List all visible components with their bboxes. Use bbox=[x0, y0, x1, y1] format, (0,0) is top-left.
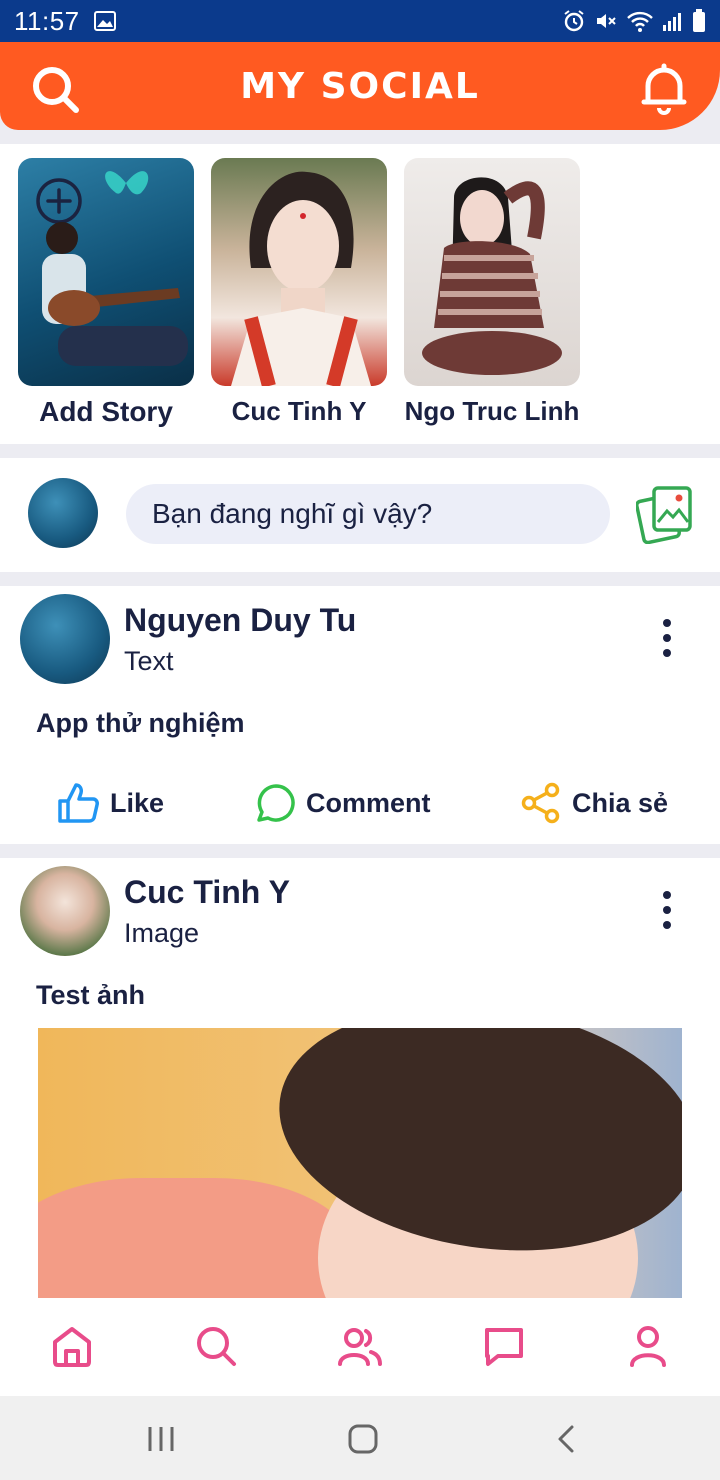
photo-upload-icon[interactable] bbox=[636, 484, 696, 544]
story-thumbnail[interactable] bbox=[211, 158, 387, 386]
status-time: 11:57 bbox=[14, 5, 80, 36]
system-navigation-bar bbox=[0, 1396, 720, 1480]
story-thumbnail[interactable] bbox=[18, 158, 194, 386]
post-content: App thử nghiệm bbox=[36, 708, 245, 738]
post-image[interactable] bbox=[38, 1028, 682, 1308]
bottom-navigation bbox=[0, 1298, 720, 1396]
image-shirt-area bbox=[38, 1178, 358, 1308]
story-thumbnail[interactable] bbox=[404, 158, 580, 386]
thumbs-up-icon bbox=[58, 783, 99, 823]
signal-icon bbox=[663, 13, 681, 31]
story-item[interactable]: Ngo Truc Linh bbox=[404, 158, 580, 427]
back-icon[interactable] bbox=[550, 1422, 584, 1456]
status-icons bbox=[562, 9, 706, 33]
gallery-notification-icon bbox=[93, 11, 116, 31]
status-input[interactable]: Bạn đang nghĩ gì vậy? bbox=[126, 484, 610, 544]
home-button-icon[interactable] bbox=[346, 1422, 380, 1456]
home-icon[interactable] bbox=[50, 1324, 94, 1368]
post-author-name[interactable]: Nguyen Duy Tu bbox=[124, 602, 356, 639]
status-input-placeholder: Bạn đang nghĩ gì vậy? bbox=[152, 498, 433, 529]
story-portrait-cuc-tinh-y bbox=[231, 171, 371, 386]
feed-post: Nguyen Duy Tu Text App thử nghiệm Like C… bbox=[0, 586, 720, 844]
notification-bell-icon[interactable] bbox=[636, 60, 692, 116]
comment-bubble-icon bbox=[257, 784, 295, 822]
battery-icon bbox=[693, 9, 705, 32]
post-type: Text bbox=[124, 646, 174, 676]
share-button[interactable]: Chia sẻ bbox=[520, 778, 668, 828]
story-label: Ngo Truc Linh bbox=[404, 396, 580, 426]
recent-apps-icon[interactable] bbox=[144, 1422, 178, 1456]
story-item[interactable]: Cuc Tinh Y bbox=[211, 158, 387, 427]
wifi-icon bbox=[627, 11, 653, 32]
mute-icon bbox=[597, 14, 616, 28]
share-label: Chia sẻ bbox=[572, 787, 669, 818]
like-label: Like bbox=[110, 787, 165, 818]
post-actions: Like Comment Chia sẻ bbox=[0, 778, 720, 828]
share-icon bbox=[521, 782, 560, 824]
avatar[interactable] bbox=[28, 478, 98, 548]
more-options-icon[interactable] bbox=[650, 888, 684, 932]
story-label: Cuc Tinh Y bbox=[231, 396, 367, 426]
more-options-icon[interactable] bbox=[650, 616, 684, 660]
feed-post: Cuc Tinh Y Image Test ảnh bbox=[0, 858, 720, 1308]
friends-icon[interactable] bbox=[338, 1324, 382, 1368]
search-nav-icon[interactable] bbox=[194, 1324, 238, 1368]
post-composer: Bạn đang nghĩ gì vậy? bbox=[0, 458, 720, 572]
comment-button[interactable]: Comment bbox=[256, 778, 431, 828]
stories-strip: Add Story Cuc Tinh Y Ngo Truc Linh bbox=[0, 144, 720, 444]
app-title: MY SOCIAL bbox=[240, 65, 480, 107]
post-content: Test ảnh bbox=[36, 980, 146, 1010]
profile-icon[interactable] bbox=[626, 1324, 670, 1368]
guitarist-silhouette bbox=[42, 222, 188, 366]
butterfly-decoration bbox=[105, 171, 149, 195]
post-author-name[interactable]: Cuc Tinh Y bbox=[124, 874, 290, 911]
post-type: Image bbox=[124, 918, 200, 948]
comment-label: Comment bbox=[306, 787, 431, 818]
story-add[interactable]: Add Story bbox=[18, 158, 194, 428]
post-author-avatar[interactable] bbox=[20, 594, 110, 684]
app-header: MY SOCIAL bbox=[0, 42, 720, 130]
alarm-icon bbox=[564, 10, 584, 32]
story-portrait-ngo-truc-linh bbox=[422, 177, 562, 375]
search-icon[interactable] bbox=[28, 62, 84, 118]
post-author-avatar[interactable] bbox=[20, 866, 110, 956]
status-bar: 11:57 bbox=[0, 0, 720, 42]
story-label: Add Story bbox=[39, 396, 173, 427]
like-button[interactable]: Like bbox=[56, 778, 164, 828]
chat-icon[interactable] bbox=[482, 1324, 526, 1368]
